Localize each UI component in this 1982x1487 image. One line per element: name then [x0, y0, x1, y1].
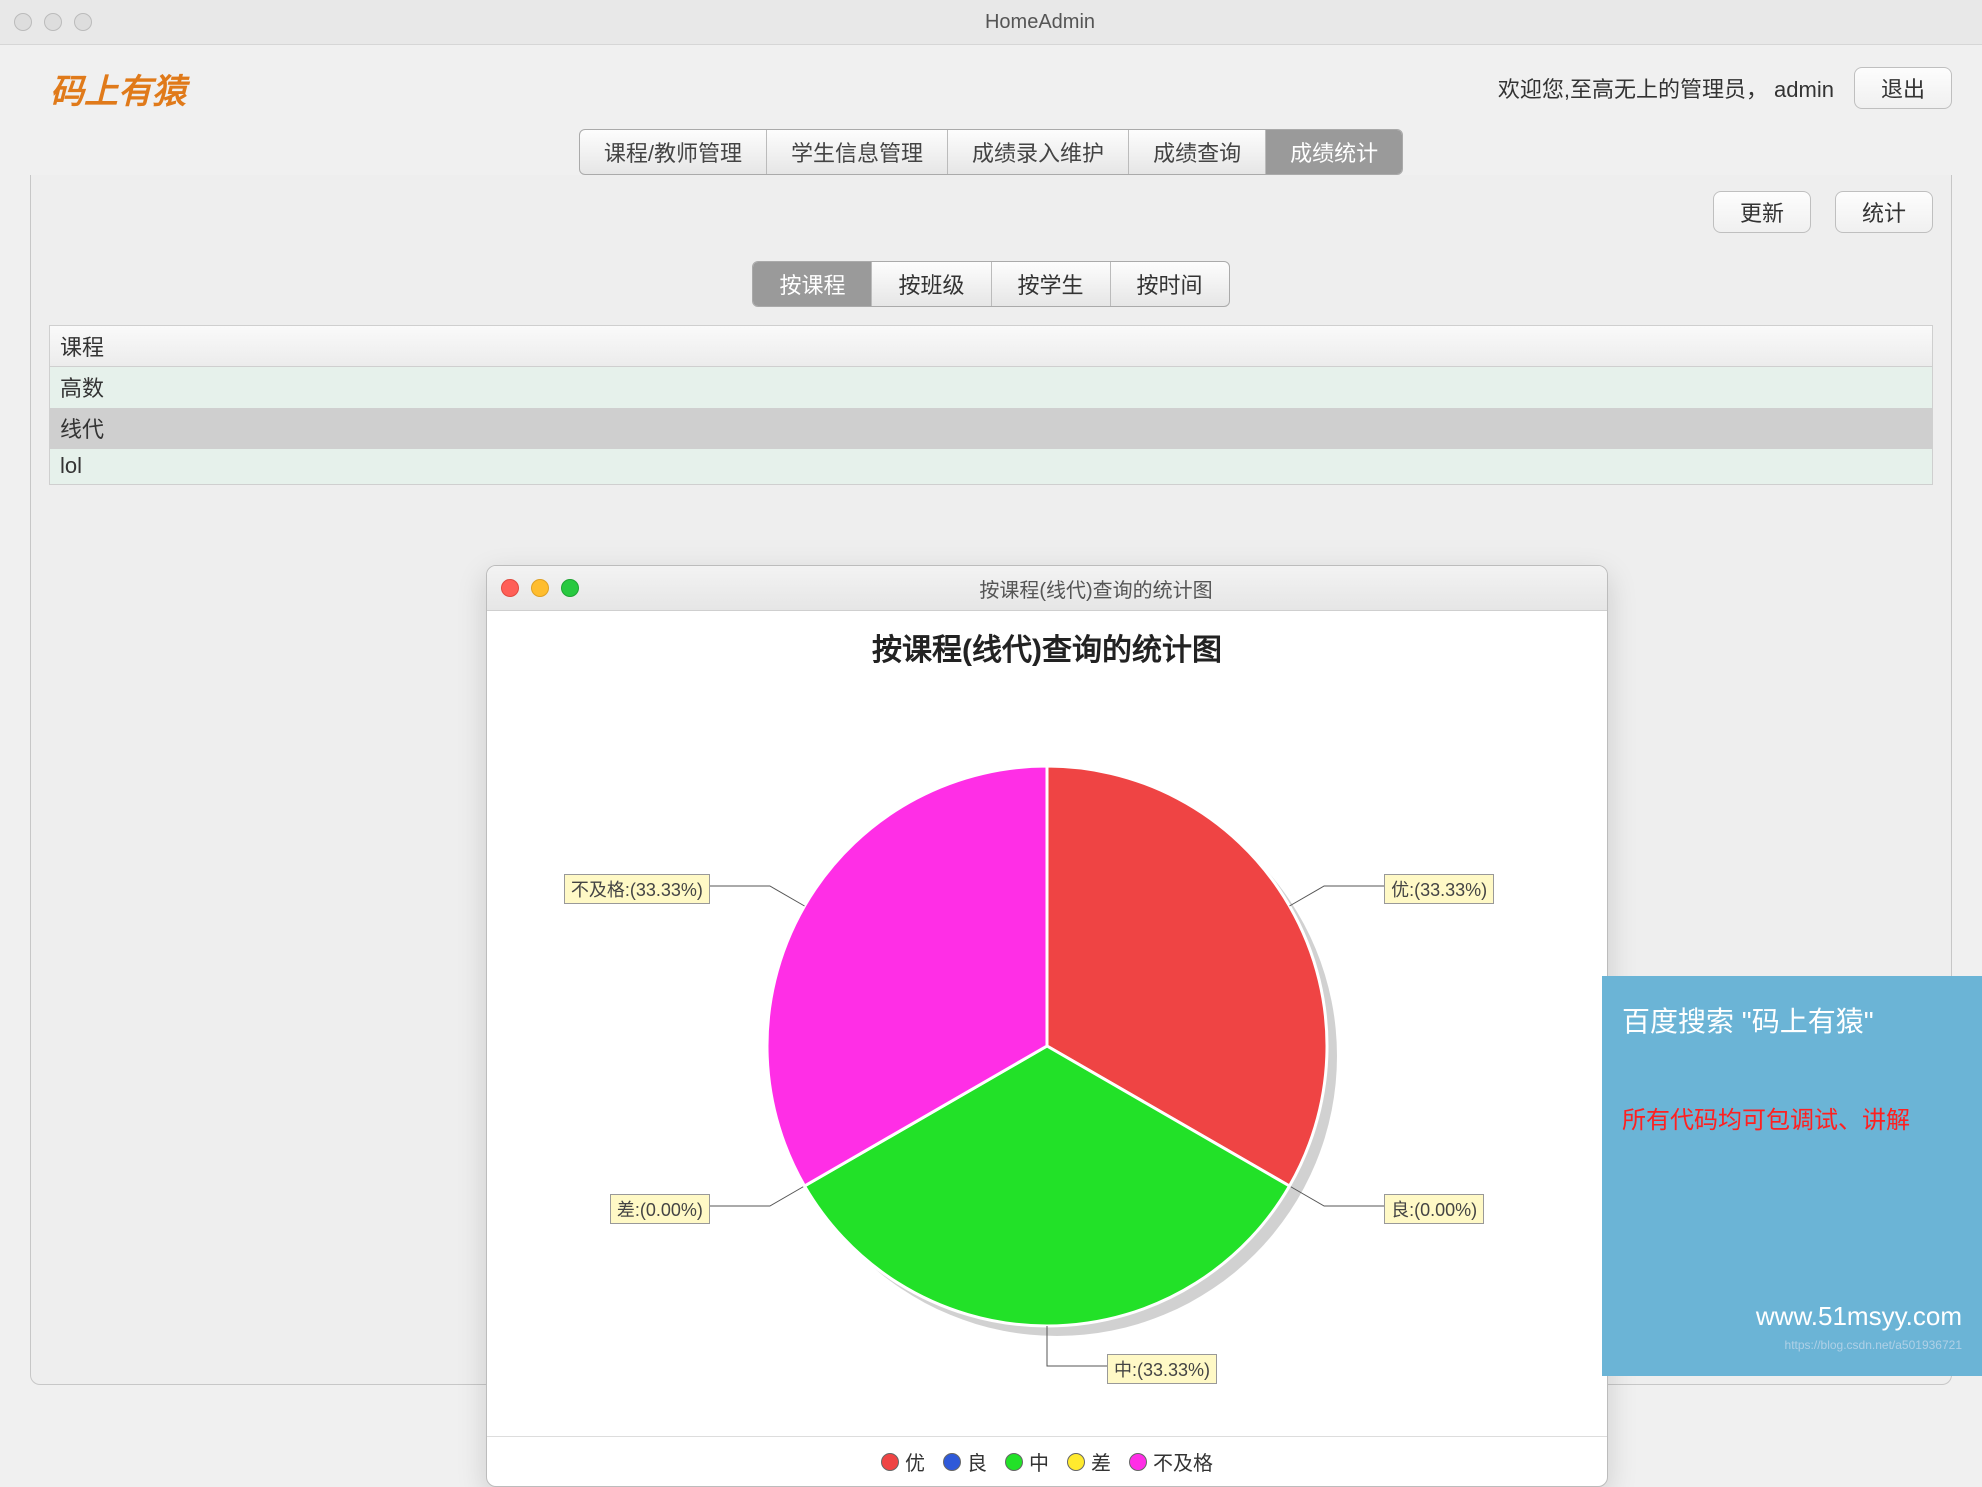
sub-tab-2[interactable]: 按学生: [992, 262, 1111, 306]
stats-button[interactable]: 统计: [1835, 191, 1933, 233]
legend-label: 差: [1091, 1447, 1111, 1476]
legend-label: 优: [905, 1447, 925, 1476]
legend-item-4: 不及格: [1129, 1447, 1213, 1476]
sub-tab-0[interactable]: 按课程: [753, 262, 872, 306]
pie-slice-label-0: 优:(33.33%): [1384, 874, 1494, 904]
minimize-icon[interactable]: [44, 13, 62, 31]
legend-item-0: 优: [881, 1447, 925, 1476]
chart-traffic-lights: [501, 579, 579, 597]
table-header: 课程: [50, 326, 1932, 367]
pie-slice-label-3: 差:(0.00%): [610, 1194, 710, 1224]
zoom-icon[interactable]: [74, 13, 92, 31]
main-tab-4[interactable]: 成绩统计: [1266, 130, 1402, 174]
chart-title: 按课程(线代)查询的统计图: [487, 611, 1607, 675]
main-tab-0[interactable]: 课程/教师管理: [580, 130, 767, 174]
chart-window: 按课程(线代)查询的统计图 按课程(线代)查询的统计图 优:(33.33%) 良:…: [486, 565, 1608, 1487]
legend-swatch-icon: [1005, 1453, 1023, 1471]
close-icon[interactable]: [501, 579, 519, 597]
legend-swatch-icon: [1129, 1453, 1147, 1471]
main-titlebar: HomeAdmin: [0, 0, 1982, 45]
pie-slice-label-4: 不及格:(33.33%): [564, 874, 710, 904]
header-bar: 码上有猿 欢迎您,至高无上的管理员， admin 退出: [0, 45, 1982, 123]
minimize-icon[interactable]: [531, 579, 549, 597]
traffic-lights: [14, 13, 92, 31]
promo-line-4: https://blog.csdn.net/a501936721: [1622, 1338, 1962, 1352]
chart-window-title: 按课程(线代)查询的统计图: [599, 574, 1593, 603]
legend-swatch-icon: [1067, 1453, 1085, 1471]
promo-overlay: 百度搜索 "码上有猿" 所有代码均可包调试、讲解 www.51msyy.com …: [1602, 976, 1982, 1376]
table-row[interactable]: 高数: [50, 367, 1932, 408]
sub-tab-1[interactable]: 按班级: [872, 262, 991, 306]
welcome-text: 欢迎您,至高无上的管理员， admin: [1498, 72, 1834, 104]
legend-swatch-icon: [943, 1453, 961, 1471]
table-row[interactable]: 线代: [50, 408, 1932, 449]
refresh-button[interactable]: 更新: [1713, 191, 1811, 233]
promo-line-3: www.51msyy.com: [1622, 1301, 1962, 1332]
pie-slice-label-2: 中:(33.33%): [1107, 1354, 1217, 1384]
chart-legend: 优 良 中 差 不及格: [487, 1436, 1607, 1486]
main-tabs: 课程/教师管理学生信息管理成绩录入维护成绩查询成绩统计: [0, 129, 1982, 175]
window-title: HomeAdmin: [112, 11, 1968, 34]
legend-item-1: 良: [943, 1447, 987, 1476]
logout-button[interactable]: 退出: [1854, 67, 1952, 109]
close-icon[interactable]: [14, 13, 32, 31]
legend-swatch-icon: [881, 1453, 899, 1471]
legend-item-3: 差: [1067, 1447, 1111, 1476]
promo-line-2: 所有代码均可包调试、讲解: [1622, 1100, 1962, 1135]
zoom-icon[interactable]: [561, 579, 579, 597]
promo-line-1: 百度搜索 "码上有猿": [1622, 1000, 1962, 1040]
chart-titlebar: 按课程(线代)查询的统计图: [487, 566, 1607, 611]
pie-chart: [487, 676, 1607, 1436]
course-table: 课程 高数线代lol: [49, 325, 1933, 485]
pie-slice-label-1: 良:(0.00%): [1384, 1194, 1484, 1224]
sub-tabs: 按课程按班级按学生按时间: [49, 261, 1933, 307]
main-tab-1[interactable]: 学生信息管理: [767, 130, 948, 174]
legend-label: 良: [967, 1447, 987, 1476]
sub-tab-3[interactable]: 按时间: [1111, 262, 1229, 306]
legend-item-2: 中: [1005, 1447, 1049, 1476]
main-tab-2[interactable]: 成绩录入维护: [948, 130, 1129, 174]
app-logo-text: 码上有猿: [30, 64, 186, 113]
chart-area: 优:(33.33%) 良:(0.00%) 中:(33.33%) 差:(0.00%) 不及…: [487, 675, 1607, 1436]
action-bar: 更新 统计: [49, 191, 1933, 233]
legend-label: 中: [1029, 1447, 1049, 1476]
table-row[interactable]: lol: [50, 449, 1932, 484]
main-tab-3[interactable]: 成绩查询: [1129, 130, 1266, 174]
legend-label: 不及格: [1153, 1447, 1213, 1476]
